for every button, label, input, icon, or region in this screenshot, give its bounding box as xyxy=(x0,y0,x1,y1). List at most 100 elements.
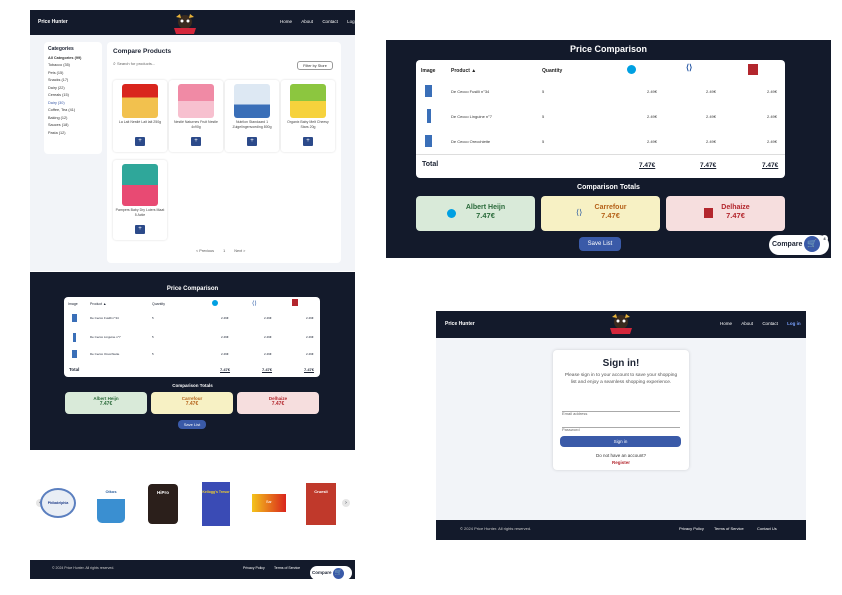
quantity[interactable]: 5 xyxy=(152,316,154,320)
save-list-button[interactable]: Save List xyxy=(579,237,621,251)
quantity[interactable]: 5 xyxy=(542,114,544,119)
product-card[interactable]: Nestlé Naturnes Fruit Nestle 4x90g + xyxy=(169,80,223,152)
product-thumb xyxy=(72,350,77,358)
signin-subtitle: Please sign in to your account to save y… xyxy=(564,373,678,385)
nav-about[interactable]: About xyxy=(741,321,753,326)
carousel-next-button[interactable]: › xyxy=(342,499,350,507)
category-item[interactable]: Tobacco (35) xyxy=(48,63,98,67)
signin-button[interactable]: Sign in xyxy=(560,436,681,447)
add-product-button[interactable]: + xyxy=(191,137,201,146)
signin-brand-label[interactable]: Price Hunter xyxy=(445,321,475,327)
compare-label: Compare xyxy=(772,241,803,248)
shelf-product-hipro[interactable]: HiPro xyxy=(148,484,178,524)
next-page-link[interactable]: Next > xyxy=(234,249,245,253)
product-card[interactable]: Pampers Baby Dry Luiers Maat 5 Actie + xyxy=(113,160,167,240)
shelf-product-cruesli[interactable]: Cruesli xyxy=(306,483,336,525)
password-placeholder: Password xyxy=(562,427,580,432)
product-name: Nutrilon Standaard 1 Zuigelingenvoeding … xyxy=(232,120,272,129)
search-input[interactable]: ⌕ Search for products... xyxy=(113,61,233,70)
register-link[interactable]: Register xyxy=(553,460,689,465)
quantity[interactable]: 5 xyxy=(152,335,154,339)
col-quantity-header: Quantity xyxy=(542,68,563,74)
prev-page-link[interactable]: < Previous xyxy=(196,249,214,253)
col-product-header[interactable]: Product ▲ xyxy=(451,68,476,74)
category-item[interactable]: Snacks (17) xyxy=(48,78,98,82)
price-delhaize: 2.49€ xyxy=(767,89,778,94)
shelf-product-tresor[interactable]: Kellogg's Tresor xyxy=(202,482,230,526)
shelf-product-philadelphia[interactable]: Philadelphia xyxy=(40,488,76,518)
add-product-button[interactable]: + xyxy=(135,137,145,146)
product-name: De Cecco Linguine n°7 xyxy=(90,335,121,339)
search-icon: ⌕ xyxy=(113,61,116,67)
nav-login[interactable]: Log in xyxy=(787,321,801,326)
signin-footer-contact[interactable]: Contact Us xyxy=(757,526,777,531)
category-item[interactable]: Pasta (12) xyxy=(48,131,98,135)
category-item[interactable]: Coffee, Tea (41) xyxy=(48,108,98,112)
col-image: Image xyxy=(68,302,78,306)
row-divider xyxy=(416,154,785,155)
logo-icon xyxy=(608,312,634,336)
nav-contact[interactable]: Contact xyxy=(322,19,338,24)
product-thumb xyxy=(427,109,431,123)
albert-heijn-icon xyxy=(212,300,218,306)
quantity[interactable]: 5 xyxy=(542,139,544,144)
page-number[interactable]: 1 xyxy=(223,249,225,253)
price-delhaize: 2.49€ xyxy=(306,335,314,339)
add-product-button[interactable]: + xyxy=(247,137,257,146)
cart-count-badge: 4 xyxy=(821,235,828,242)
category-item[interactable]: Dairy (22) xyxy=(48,86,98,90)
category-item[interactable]: All Categories (99) xyxy=(48,56,98,60)
price-carrefour: 2.49€ xyxy=(264,335,272,339)
price-ah: 2.49€ xyxy=(647,89,658,94)
nav-home[interactable]: Home xyxy=(280,19,292,24)
category-item[interactable]: Sauces (18) xyxy=(48,123,98,127)
product-card[interactable]: Nutrilon Standaard 1 Zuigelingenvoeding … xyxy=(225,80,279,152)
price-carrefour: 2.49€ xyxy=(706,139,717,144)
store-name: Delhaize xyxy=(721,204,750,211)
signin-footer-privacy[interactable]: Privacy Policy xyxy=(679,526,704,531)
nav-contact[interactable]: Contact xyxy=(762,321,778,326)
footer-copyright: © 2024 Price Hunter. All rights reserved… xyxy=(52,566,115,570)
quantity[interactable]: 5 xyxy=(152,352,154,356)
add-product-button[interactable]: + xyxy=(303,137,313,146)
comparison-totals-title-small: Comparison Totals xyxy=(172,383,213,388)
nav-login[interactable]: Log in xyxy=(347,19,359,24)
product-thumb xyxy=(425,135,432,147)
brand-label[interactable]: Price Hunter xyxy=(38,19,68,25)
compare-floating-button-small[interactable]: Compare 🛒 xyxy=(310,566,352,580)
quantity[interactable]: 5 xyxy=(542,89,544,94)
product-thumb xyxy=(73,333,76,342)
email-field[interactable]: Email address xyxy=(562,402,680,416)
product-card[interactable]: La Lait Nestlé Lait lait 250g + xyxy=(113,80,167,152)
nav-home[interactable]: Home xyxy=(720,321,732,326)
total-label: Total xyxy=(422,161,439,168)
table-row-2: De Cecco Linguine n°7 5 2.49€ 2.49€ 2.49… xyxy=(421,109,781,127)
compare-floating-button[interactable]: Compare 🛒 4 xyxy=(769,235,829,255)
password-field[interactable]: Password xyxy=(562,418,680,432)
add-product-button[interactable]: + xyxy=(135,225,145,234)
footer-terms-link[interactable]: Terms of Service xyxy=(274,566,300,570)
filter-store-button[interactable]: Filter by Store xyxy=(297,61,333,70)
table-row-3: De Cecco Orecchiette 5 2.49€ 2.49€ 2.49€ xyxy=(421,134,781,152)
category-item[interactable]: Dairy (30) xyxy=(48,101,98,105)
category-item[interactable]: Pets (15) xyxy=(48,71,98,75)
save-list-button-small[interactable]: Save List xyxy=(178,420,206,429)
price-ah: 2.49€ xyxy=(221,335,229,339)
signin-title: Sign in! xyxy=(602,358,640,369)
shelf-label: Oikos xyxy=(105,489,117,494)
nav-about[interactable]: About xyxy=(301,19,313,24)
col-product[interactable]: Product ▲ xyxy=(90,302,107,306)
category-item[interactable]: Cereals (15) xyxy=(48,93,98,97)
carrefour-icon: ⟨⟩ xyxy=(576,208,583,217)
signin-footer-terms[interactable]: Terms of Service xyxy=(714,526,744,531)
product-card[interactable]: Organix Baby Melt Cheesy Stars 20g + xyxy=(281,80,335,152)
product-image xyxy=(178,84,214,118)
total-carrefour: 7.47€ xyxy=(700,162,717,169)
shelf-product-bar[interactable]: Bar xyxy=(252,494,286,512)
footer-privacy-link[interactable]: Privacy Policy xyxy=(243,566,265,570)
pagination: < Previous 1 Next > xyxy=(196,249,245,253)
category-item[interactable]: Baking (12) xyxy=(48,116,98,120)
shelf-product-oikos[interactable]: Oikos xyxy=(97,483,125,523)
price-carrefour: 2.49€ xyxy=(264,352,272,356)
albert-heijn-icon xyxy=(447,209,456,218)
